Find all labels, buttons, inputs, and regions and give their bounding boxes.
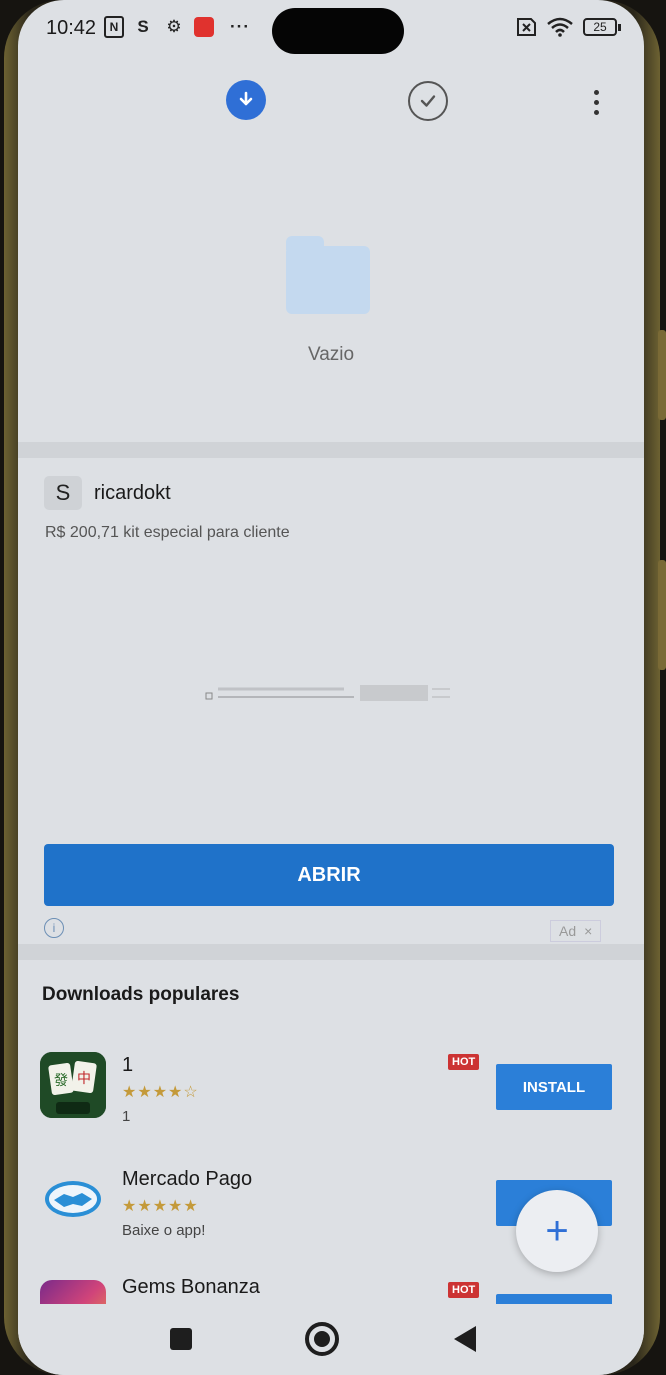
camera-notch <box>272 8 404 54</box>
completed-tab-button[interactable] <box>408 81 448 121</box>
app-subtitle: 1 <box>122 1108 131 1125</box>
app-rating-stars: ★★★★☆ <box>122 1084 199 1101</box>
popular-downloads-title: Downloads populares <box>42 984 240 1005</box>
install-button[interactable]: INSTALL <box>496 1064 612 1110</box>
more-notifications-icon: ··· <box>230 17 250 36</box>
app-name: Mercado Pago <box>122 1168 253 1190</box>
ad-open-button[interactable]: ABRIR <box>44 844 614 906</box>
hot-badge: HOT <box>448 1054 480 1070</box>
mahjong-app-icon: 發 中 <box>40 1052 106 1118</box>
status-time: 10:42 <box>46 17 97 39</box>
navigation-bar <box>18 1304 644 1375</box>
app-rating-stars: ★★★★★ <box>122 1198 199 1215</box>
advertiser-name[interactable]: ricardokt <box>94 482 171 505</box>
hot-badge: HOT <box>448 1282 480 1298</box>
volume-button <box>658 330 666 420</box>
ad-label: Ad <box>559 923 577 939</box>
power-button <box>658 560 666 670</box>
svg-text:中: 中 <box>77 1071 91 1087</box>
battery-icon: 25 <box>582 16 622 38</box>
battery-level: 25 <box>583 18 617 36</box>
advertiser-logo: S <box>44 476 82 510</box>
no-sim-icon <box>514 16 536 38</box>
svg-text:發: 發 <box>54 1073 68 1089</box>
empty-state-label: Vazio <box>307 344 355 365</box>
nfc-icon: N <box>104 16 124 38</box>
app-subtitle: Baixe o app! <box>122 1222 206 1239</box>
check-icon <box>420 95 436 107</box>
recent-apps-icon[interactable] <box>170 1328 192 1350</box>
app-name: 1 <box>122 1054 134 1076</box>
back-icon[interactable] <box>454 1326 476 1352</box>
home-icon[interactable] <box>305 1322 339 1356</box>
ad-media-image[interactable] <box>204 680 454 708</box>
wifi-icon <box>546 16 574 38</box>
download-arrow-icon <box>239 91 253 106</box>
folder-body <box>286 246 370 314</box>
screen: 10:42 N S ⚙ ··· 25 Vazio S ricardokt R$ … <box>18 0 644 1375</box>
empty-folder-icon <box>286 236 370 314</box>
battery-tip <box>618 23 621 31</box>
menu-dot <box>593 99 599 105</box>
mercado-pago-handshake-icon <box>40 1166 106 1232</box>
downloads-tab-button[interactable] <box>226 80 266 120</box>
app-name: Gems Bonanza <box>122 1276 260 1298</box>
app-notification-icon: S <box>137 17 149 36</box>
settings-gear-icon: ⚙ <box>166 17 182 36</box>
menu-dot <box>593 89 599 95</box>
menu-dot <box>593 109 599 115</box>
section-divider <box>18 944 644 960</box>
ad-card[interactable]: S ricardokt R$ 200,71 kit especial para … <box>18 458 644 944</box>
ad-info-icon[interactable]: i <box>44 918 64 938</box>
app-row[interactable]: 發 中 1 ★★★★☆ 1 HOT INSTALL <box>18 1052 644 1162</box>
section-divider <box>18 442 644 458</box>
ad-description: R$ 200,71 kit especial para cliente <box>45 524 290 541</box>
ad-close-icon[interactable]: × <box>584 923 592 939</box>
status-bar: 10:42 N S ⚙ ··· 25 <box>18 0 644 58</box>
more-options-button[interactable] <box>584 82 608 122</box>
email-app-icon <box>194 17 214 37</box>
add-download-fab[interactable]: + <box>516 1190 598 1272</box>
ad-badge[interactable]: Ad × <box>550 920 602 942</box>
home-dot <box>314 1331 330 1347</box>
